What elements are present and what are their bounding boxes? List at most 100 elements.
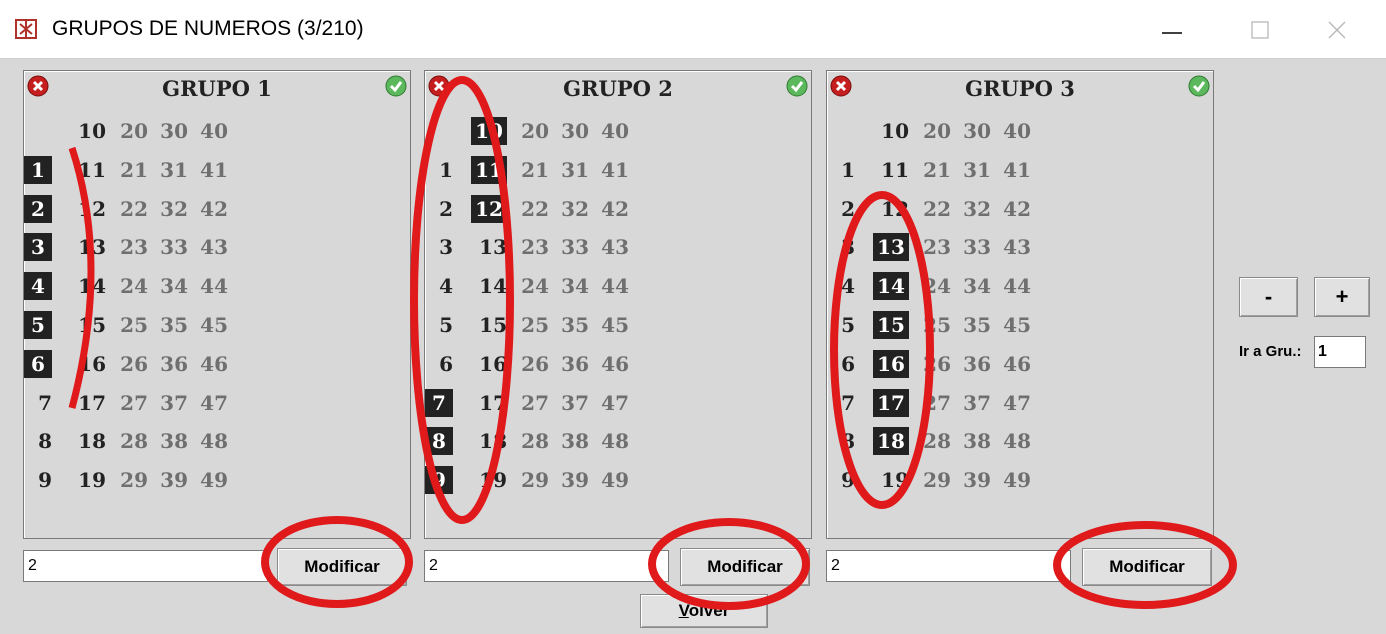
number-cell[interactable]: 49	[192, 466, 228, 494]
number-cell[interactable]: 20	[915, 117, 951, 145]
number-cell[interactable]: 28	[513, 427, 549, 455]
number-cell[interactable]: 45	[995, 311, 1031, 339]
number-cell[interactable]: 10	[873, 117, 909, 145]
number-cell[interactable]: 45	[192, 311, 228, 339]
number-cell[interactable]: 9	[827, 466, 855, 494]
number-cell[interactable]: 14	[873, 272, 909, 301]
number-cell[interactable]: 5	[425, 311, 453, 339]
number-cell[interactable]: 14	[471, 272, 507, 300]
number-cell[interactable]: 25	[513, 311, 549, 339]
number-cell[interactable]: 11	[471, 155, 507, 184]
number-cell[interactable]: 37	[152, 389, 188, 417]
number-cell[interactable]: 40	[593, 117, 629, 145]
number-cell[interactable]: 43	[192, 233, 228, 261]
number-cell[interactable]: 46	[593, 350, 629, 378]
number-cell[interactable]: 49	[995, 466, 1031, 494]
number-cell[interactable]: 42	[995, 195, 1031, 223]
number-cell[interactable]: 8	[827, 427, 855, 455]
number-cell[interactable]: 27	[915, 389, 951, 417]
number-cell[interactable]: 3	[827, 233, 855, 261]
number-cell[interactable]: 35	[152, 311, 188, 339]
number-cell[interactable]: 31	[553, 156, 589, 184]
group-1-modify-button[interactable]: Modificar	[277, 548, 407, 586]
number-cell[interactable]: 5	[827, 311, 855, 339]
number-cell[interactable]: 6	[425, 350, 453, 378]
number-cell[interactable]: 44	[593, 272, 629, 300]
number-cell[interactable]: 15	[873, 311, 909, 339]
number-cell[interactable]: 24	[915, 272, 951, 300]
number-cell[interactable]: 28	[112, 427, 148, 455]
number-cell[interactable]: 24	[112, 272, 148, 300]
number-cell[interactable]: 13	[70, 233, 106, 261]
number-cell[interactable]: 18	[873, 427, 909, 456]
number-cell[interactable]: 48	[995, 427, 1031, 455]
number-cell[interactable]: 7	[827, 389, 855, 417]
next-group-button[interactable]: +	[1314, 277, 1370, 317]
number-cell[interactable]: 16	[471, 350, 507, 378]
number-cell[interactable]: 27	[513, 389, 549, 417]
number-cell[interactable]: 12	[873, 195, 909, 223]
number-cell[interactable]: 2	[827, 195, 855, 223]
number-cell[interactable]: 41	[995, 156, 1031, 184]
number-cell[interactable]: 7	[24, 389, 52, 417]
number-cell[interactable]: 23	[513, 233, 549, 261]
close-button[interactable]	[1294, 0, 1386, 58]
goto-group-input[interactable]	[1314, 336, 1366, 368]
number-cell[interactable]: 31	[955, 156, 991, 184]
number-cell[interactable]: 47	[995, 389, 1031, 417]
number-cell[interactable]: 9	[24, 466, 52, 494]
number-cell[interactable]: 17	[70, 389, 106, 417]
number-cell[interactable]: 13	[873, 233, 909, 262]
number-cell[interactable]: 34	[955, 272, 991, 300]
number-cell[interactable]: 31	[152, 156, 188, 184]
group-3-field[interactable]	[826, 550, 1071, 582]
number-cell[interactable]: 3	[24, 233, 52, 262]
number-cell[interactable]: 36	[553, 350, 589, 378]
number-cell[interactable]: 17	[471, 389, 507, 417]
number-cell[interactable]: 44	[995, 272, 1031, 300]
number-cell[interactable]: 30	[955, 117, 991, 145]
number-cell[interactable]: 28	[915, 427, 951, 455]
group-1-field[interactable]	[23, 550, 268, 582]
number-cell[interactable]: 5	[24, 311, 52, 339]
group-2-field[interactable]	[424, 550, 669, 582]
number-cell[interactable]: 29	[112, 466, 148, 494]
number-cell[interactable]: 4	[24, 272, 52, 301]
number-cell[interactable]: 8	[24, 427, 52, 455]
number-cell[interactable]: 33	[152, 233, 188, 261]
number-cell[interactable]: 23	[915, 233, 951, 261]
number-cell[interactable]: 33	[955, 233, 991, 261]
number-cell[interactable]: 35	[553, 311, 589, 339]
number-cell[interactable]: 10	[471, 117, 507, 145]
number-cell[interactable]: 42	[192, 195, 228, 223]
number-cell[interactable]: 43	[593, 233, 629, 261]
number-cell[interactable]: 30	[553, 117, 589, 145]
number-cell[interactable]: 1	[24, 155, 52, 184]
number-cell[interactable]: 22	[112, 195, 148, 223]
green-check-icon[interactable]	[1188, 75, 1210, 97]
number-cell[interactable]: 11	[70, 156, 106, 184]
number-cell[interactable]: 6	[24, 349, 52, 378]
number-cell[interactable]: 32	[152, 195, 188, 223]
number-cell[interactable]: 8	[425, 427, 453, 456]
number-cell[interactable]: 21	[112, 156, 148, 184]
number-cell[interactable]: 38	[955, 427, 991, 455]
number-cell[interactable]: 25	[915, 311, 951, 339]
number-cell[interactable]: 22	[513, 195, 549, 223]
number-cell[interactable]: 21	[915, 156, 951, 184]
number-cell[interactable]: 41	[192, 156, 228, 184]
number-cell[interactable]: 29	[513, 466, 549, 494]
number-cell[interactable]: 7	[425, 388, 453, 417]
number-cell[interactable]: 39	[553, 466, 589, 494]
number-cell[interactable]: 35	[955, 311, 991, 339]
number-cell[interactable]: 24	[513, 272, 549, 300]
number-cell[interactable]: 36	[152, 350, 188, 378]
number-cell[interactable]: 49	[593, 466, 629, 494]
number-cell[interactable]: 37	[955, 389, 991, 417]
number-cell[interactable]: 15	[471, 311, 507, 339]
number-cell[interactable]: 38	[152, 427, 188, 455]
number-cell[interactable]: 4	[827, 272, 855, 300]
number-cell[interactable]: 9	[425, 466, 453, 495]
number-cell[interactable]: 17	[873, 388, 909, 417]
number-cell[interactable]: 1	[827, 156, 855, 184]
